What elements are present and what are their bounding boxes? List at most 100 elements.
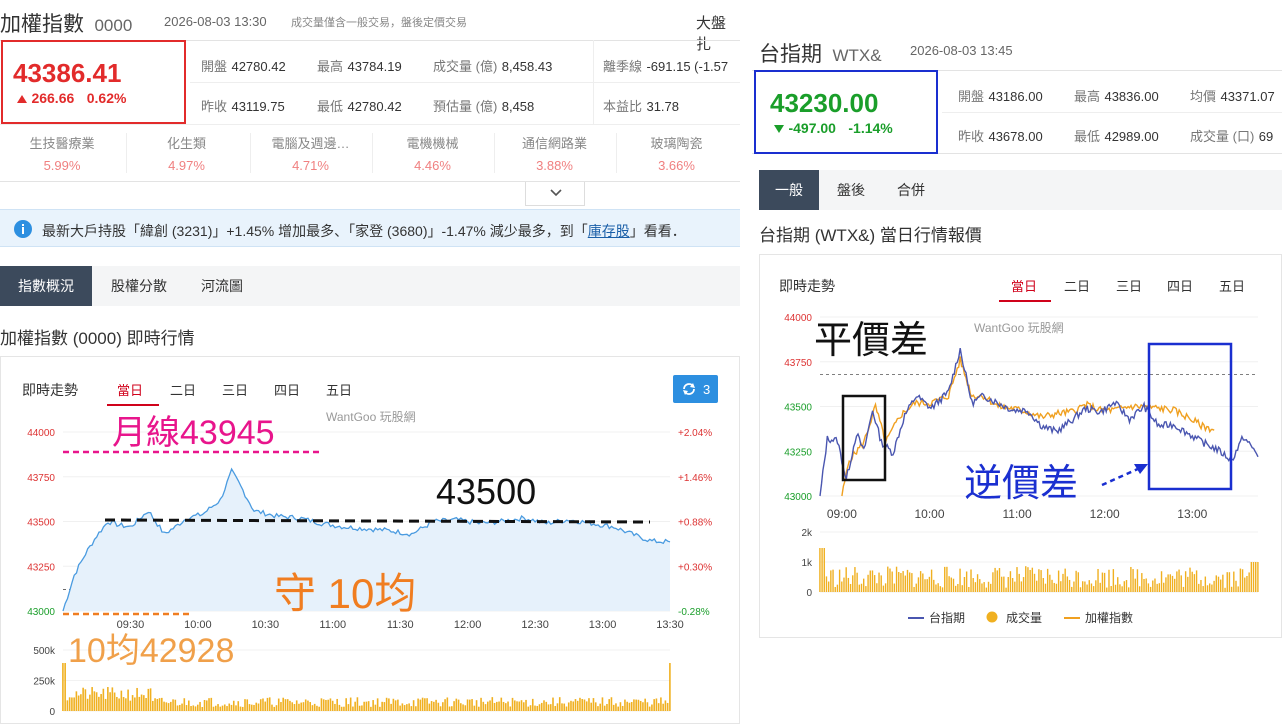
sector-name: 通信網路業 <box>521 136 587 151</box>
volume-bar <box>626 701 628 711</box>
volume-bar <box>1149 586 1152 592</box>
volume-bar <box>529 705 532 711</box>
volume-bar <box>895 566 898 592</box>
volume-bar <box>122 697 125 711</box>
range-tab-1d[interactable]: 當日 <box>117 380 143 399</box>
volume-bar <box>383 702 386 711</box>
volume-bar <box>924 579 926 592</box>
volume-bar <box>286 699 289 711</box>
index-code: 0000 <box>94 16 133 35</box>
sector-item[interactable]: 通信網路業 3.88% <box>494 133 614 173</box>
volume-bar <box>590 702 593 711</box>
volume-bar <box>882 585 885 592</box>
volume-bar <box>889 568 891 592</box>
volume-bar <box>1154 578 1156 592</box>
legend-volume-marker <box>986 611 998 623</box>
y-tick-label: 43000 <box>27 607 55 618</box>
info-banner: 最新大戶持股「緯創 (3231)」+1.45% 增加最多、「家登 (3680)」… <box>0 209 740 247</box>
volume-bar <box>412 700 415 711</box>
sector-item[interactable]: 生技醫療業 5.99% <box>2 133 122 173</box>
x-tick-label: 10:00 <box>914 507 944 521</box>
volume-bar <box>181 703 183 711</box>
volume-bar <box>442 702 444 711</box>
volume-bar <box>635 699 637 711</box>
volume-bar <box>1136 569 1139 592</box>
volume-bar <box>552 697 554 711</box>
volume-bar <box>419 699 422 711</box>
volume-bar <box>944 566 946 592</box>
volume-bar <box>451 706 453 711</box>
volume-bar <box>226 706 228 711</box>
volume-note: 成交量僅含一般交易，盤後定價交易 <box>291 17 467 29</box>
y-tick-label: 43750 <box>27 473 55 484</box>
stat-label: 最低 <box>317 99 344 114</box>
range-tab-1d[interactable]: 當日 <box>1011 276 1037 295</box>
volume-bar <box>1040 570 1042 592</box>
volume-bar <box>1079 587 1082 592</box>
tab-river-chart[interactable]: 河流圖 <box>186 266 258 306</box>
volume-bar <box>660 697 662 711</box>
volume-bar <box>1248 572 1250 592</box>
sector-item[interactable]: 電機機械 4.46% <box>372 133 492 173</box>
volume-bar <box>473 705 476 711</box>
range-tab-3d[interactable]: 三日 <box>1116 276 1142 295</box>
volume-bar <box>1235 580 1237 592</box>
volume-bar <box>1046 568 1049 592</box>
volume-bar <box>1053 582 1055 592</box>
range-tab-3d[interactable]: 三日 <box>222 380 248 399</box>
expand-button[interactable] <box>525 182 585 206</box>
volume-bar <box>161 697 163 711</box>
volume-bar <box>1036 580 1038 592</box>
tab-index-overview[interactable]: 指數概況 <box>0 266 92 306</box>
volume-bar <box>887 566 889 592</box>
range-tab-4d[interactable]: 四日 <box>274 380 300 399</box>
sector-item[interactable]: 玻璃陶瓷 3.66% <box>616 133 736 173</box>
refresh-button[interactable]: 3 <box>673 375 718 403</box>
volume-bar <box>959 568 961 592</box>
tab-after-hours[interactable]: 盤後 <box>823 170 879 210</box>
volume-bar <box>487 701 489 711</box>
volume-bar <box>340 706 343 711</box>
volume-bar <box>843 577 845 592</box>
holdings-link[interactable]: 庫存股 <box>588 223 630 239</box>
volume-bar <box>1239 568 1242 592</box>
volume-bar <box>974 582 977 592</box>
range-tab-5d[interactable]: 五日 <box>1219 276 1245 295</box>
info-text-end: 」看看． <box>629 223 686 239</box>
volume-bar <box>821 548 823 592</box>
volume-bar <box>480 697 482 711</box>
y-tick-label: 44000 <box>27 428 55 439</box>
volume-bar <box>873 575 876 592</box>
volume-bar <box>174 699 177 711</box>
volume-bar <box>838 569 841 592</box>
tab-general[interactable]: 一般 <box>759 170 819 210</box>
volume-bar <box>266 697 269 711</box>
volume-bar <box>1110 585 1112 592</box>
tab-combined[interactable]: 合併 <box>883 170 939 210</box>
range-tab-5d[interactable]: 五日 <box>326 380 352 399</box>
volume-bar <box>1237 586 1239 592</box>
volume-tick-label: 0 <box>806 588 812 599</box>
volume-bar <box>572 701 575 711</box>
index-change-row: 266.66 0.62% <box>17 90 126 108</box>
sector-item[interactable]: 化生類 4.97% <box>126 133 246 173</box>
stats-divider <box>942 112 1282 113</box>
volume-bar <box>107 687 109 711</box>
sector-item[interactable]: 電腦及週邊… 4.71% <box>250 133 370 173</box>
volume-bar <box>448 706 451 711</box>
volume-bar <box>201 706 204 711</box>
volume-bar <box>985 587 988 592</box>
volume-bar <box>1121 586 1123 592</box>
stat-label: 均價 <box>1190 89 1217 104</box>
range-tab-4d[interactable]: 四日 <box>1167 276 1193 295</box>
stat-value: 31.78 <box>646 99 680 114</box>
range-tab-2d[interactable]: 二日 <box>1064 276 1090 295</box>
volume-bar <box>435 699 437 711</box>
volume-bar <box>417 698 419 711</box>
tab-shareholding[interactable]: 股權分散 <box>96 266 182 306</box>
range-tab-2d[interactable]: 二日 <box>170 380 196 399</box>
volume-bar <box>612 704 615 711</box>
volume-bar <box>66 700 69 711</box>
volume-bar <box>374 704 377 711</box>
volume-bar <box>606 703 608 711</box>
